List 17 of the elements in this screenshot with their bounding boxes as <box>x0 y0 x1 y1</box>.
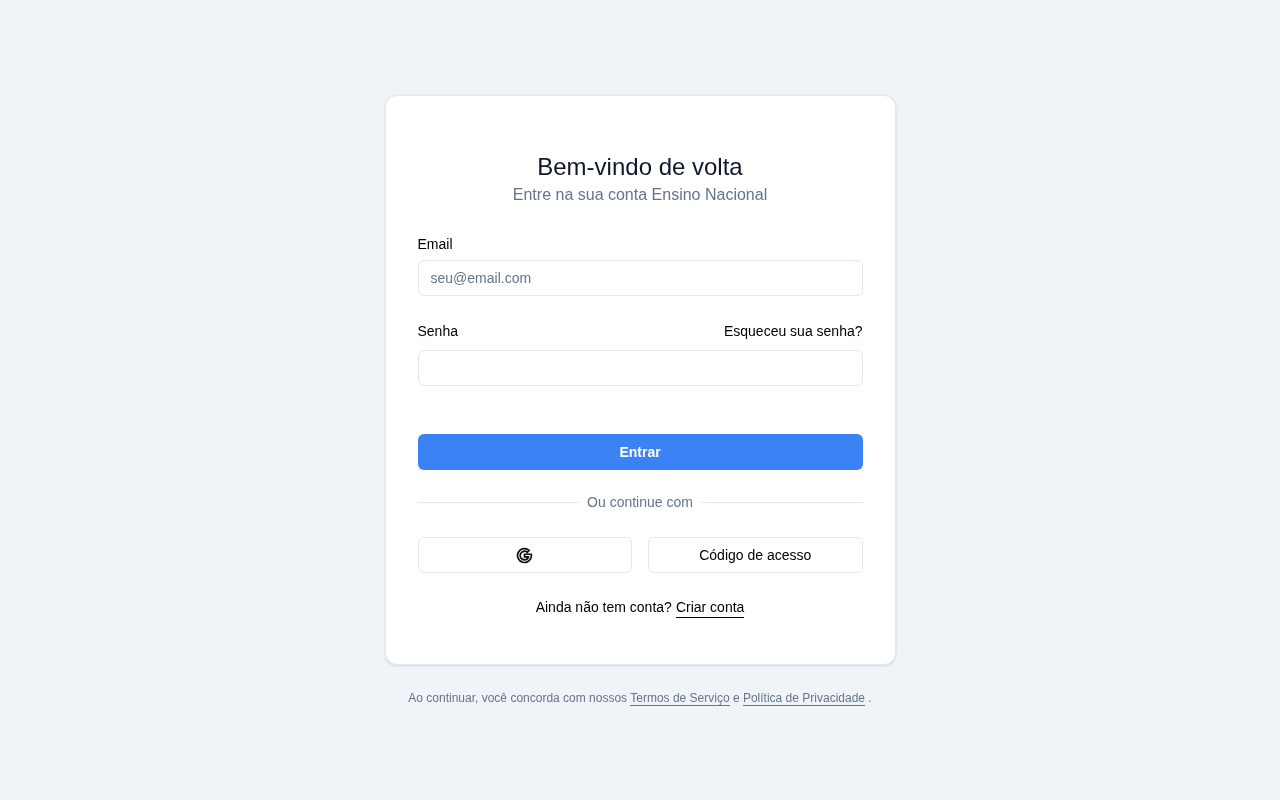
terms-link[interactable]: Termos de Serviço <box>630 691 730 706</box>
forgot-password-link[interactable]: Esqueceu sua senha? <box>723 321 863 341</box>
divider-label: Ou continue com <box>587 493 693 512</box>
email-label: Email <box>417 235 454 254</box>
access-code-button[interactable]: Código de acesso <box>648 537 863 573</box>
google-g-icon <box>516 546 534 564</box>
card-subtitle: Entre na sua conta Ensino Nacional <box>511 185 769 205</box>
email-field[interactable]: seu@email.com <box>417 260 863 296</box>
terms-notice: Ao continuar, você concorda com nossos Termos de Serviço e Política de Privacidade . <box>408 690 872 707</box>
google-button[interactable] <box>417 537 632 573</box>
signup-prompt: Ainda não tem conta? <box>535 598 672 617</box>
privacy-link[interactable]: Política de Privacidade <box>742 691 865 706</box>
password-field[interactable] <box>417 350 863 386</box>
card-title: Bem-vindo de volta <box>536 152 744 182</box>
create-account-link[interactable]: Criar conta <box>675 597 745 618</box>
sign-in-button[interactable]: Entrar <box>417 434 863 470</box>
password-label: Senha <box>417 322 458 341</box>
